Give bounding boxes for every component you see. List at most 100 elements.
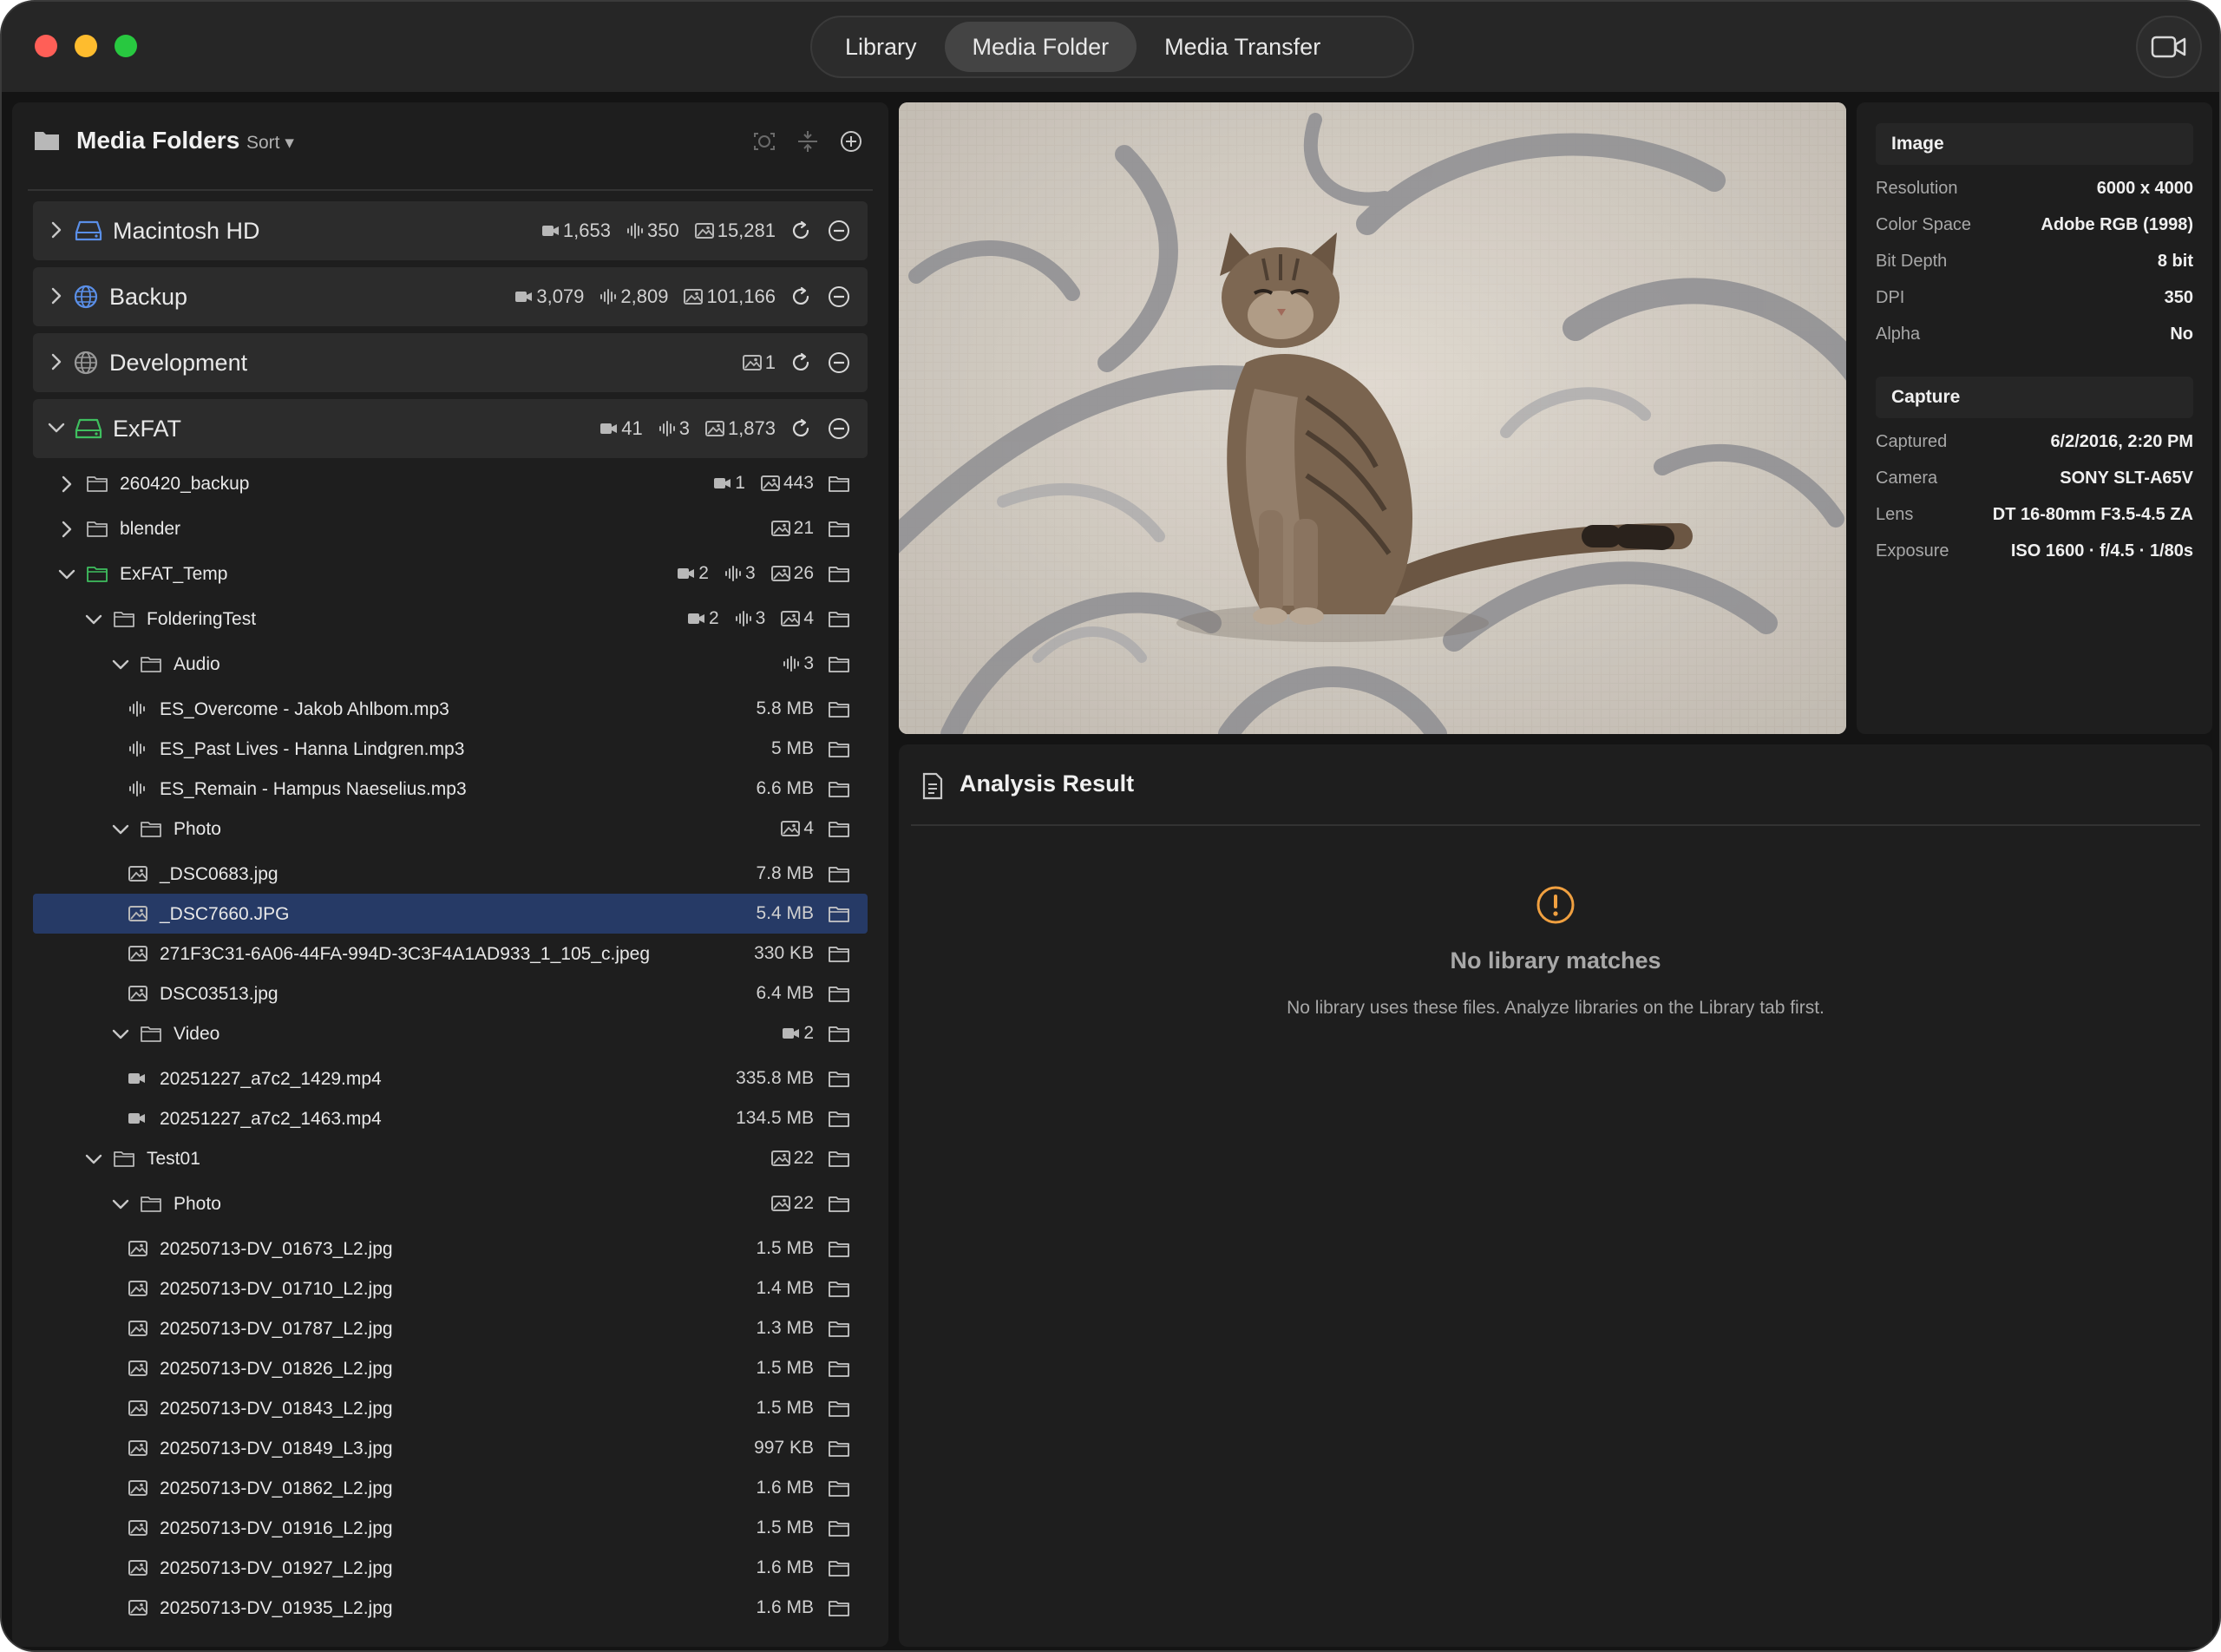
tab-media-transfer[interactable]: Media Transfer (1137, 22, 1348, 72)
folder-row[interactable]: 260420_backup 1 443 (33, 463, 868, 503)
reveal-button[interactable] (826, 1435, 852, 1461)
chevron-down-icon[interactable] (111, 820, 130, 839)
refresh-icon[interactable] (789, 417, 812, 440)
reveal-in-finder-icon[interactable] (829, 1280, 849, 1297)
reveal-button[interactable] (826, 941, 852, 967)
reveal-button[interactable] (826, 1236, 852, 1262)
reveal-button[interactable] (826, 696, 852, 722)
file-row[interactable]: 20250713-DV_01849_L3.jpg 997 KB (33, 1428, 868, 1468)
reveal-in-finder-icon[interactable] (829, 655, 849, 672)
remove-button[interactable] (826, 416, 852, 442)
add-icon[interactable] (838, 128, 864, 154)
folder-row[interactable]: blender 21 (33, 508, 868, 548)
reveal-button[interactable] (826, 1475, 852, 1501)
reveal-in-finder-icon[interactable] (829, 780, 849, 797)
reveal-in-finder-icon[interactable] (829, 945, 849, 962)
reveal-button[interactable] (826, 1105, 852, 1131)
reveal-button[interactable] (826, 651, 852, 677)
remove-icon[interactable] (827, 285, 851, 309)
reveal-in-finder-icon[interactable] (829, 865, 849, 882)
chevron-down-icon[interactable] (57, 565, 76, 584)
file-row[interactable]: DSC03513.jpg 6.4 MB (33, 974, 868, 1013)
reveal-in-finder-icon[interactable] (829, 1195, 849, 1212)
reveal-in-finder-icon[interactable] (829, 1070, 849, 1087)
file-row[interactable]: 20250713-DV_01787_L2.jpg 1.3 MB (33, 1308, 868, 1348)
file-row[interactable]: _DSC7660.JPG 5.4 MB (33, 894, 868, 934)
chevron-right-icon[interactable] (47, 220, 66, 239)
collapse-icon[interactable] (795, 128, 821, 154)
reveal-button[interactable] (826, 560, 852, 587)
tab-media-folder[interactable]: Media Folder (944, 22, 1137, 72)
refresh-button[interactable] (788, 350, 814, 376)
remove-icon[interactable] (827, 219, 851, 243)
file-row[interactable]: 20250713-DV_01673_L2.jpg 1.5 MB (33, 1229, 868, 1268)
folder-row[interactable]: FolderingTest 2 3 4 (33, 599, 868, 639)
tab-library[interactable]: Library (817, 22, 945, 72)
reveal-in-finder-icon[interactable] (829, 1240, 849, 1257)
camera-button[interactable] (2136, 16, 2202, 78)
volume-row-macintosh-hd[interactable]: Macintosh HD 1,653 350 15,281 (33, 201, 868, 260)
chevron-down-icon[interactable] (84, 1150, 103, 1169)
folder-row[interactable]: ExFAT_Temp 2 3 26 (33, 554, 868, 593)
reveal-in-finder-icon[interactable] (829, 985, 849, 1002)
reveal-in-finder-icon[interactable] (829, 1150, 849, 1167)
chevron-down-icon[interactable] (84, 610, 103, 629)
folder-row[interactable]: Video 2 (33, 1013, 868, 1053)
remove-button[interactable] (826, 284, 852, 310)
reveal-button[interactable] (826, 1555, 852, 1581)
reveal-button[interactable] (826, 1275, 852, 1301)
refresh-button[interactable] (788, 218, 814, 244)
folder-row[interactable]: Photo 22 (33, 1183, 868, 1223)
minimize-window-button[interactable] (75, 35, 97, 57)
reveal-in-finder-icon[interactable] (829, 1360, 849, 1377)
refresh-icon[interactable] (789, 351, 812, 374)
folder-row[interactable]: Photo 4 (33, 809, 868, 849)
file-row[interactable]: ES_Remain - Hampus Naeselius.mp3 6.6 MB (33, 769, 868, 809)
file-row[interactable]: 20251227_a7c2_1429.mp4 335.8 MB (33, 1059, 868, 1098)
file-row[interactable]: 271F3C31-6A06-44FA-994D-3C3F4A1AD933_1_1… (33, 934, 868, 974)
reveal-button[interactable] (826, 901, 852, 927)
file-row[interactable]: 20250713-DV_01927_L2.jpg 1.6 MB (33, 1548, 868, 1588)
file-row[interactable]: 20250713-DV_01916_L2.jpg 1.5 MB (33, 1508, 868, 1548)
reveal-button[interactable] (826, 1595, 852, 1621)
refresh-button[interactable] (788, 416, 814, 442)
reveal-button[interactable] (826, 1395, 852, 1421)
reveal-button[interactable] (826, 1515, 852, 1541)
reveal-button[interactable] (826, 1355, 852, 1381)
refresh-icon[interactable] (789, 285, 812, 308)
reveal-button[interactable] (826, 980, 852, 1006)
file-row[interactable]: 20250713-DV_01935_L2.jpg 1.6 MB (33, 1588, 868, 1628)
reveal-in-finder-icon[interactable] (829, 475, 849, 492)
folder-row[interactable]: Test01 22 (33, 1138, 868, 1178)
reveal-in-finder-icon[interactable] (829, 1320, 849, 1337)
reveal-button[interactable] (826, 816, 852, 842)
remove-icon[interactable] (827, 416, 851, 441)
sort-button[interactable]: Sort ▾ (246, 132, 294, 154)
remove-button[interactable] (826, 218, 852, 244)
reveal-button[interactable] (826, 776, 852, 802)
chevron-right-icon[interactable] (57, 475, 76, 494)
refresh-scan-icon[interactable] (751, 128, 777, 154)
reveal-in-finder-icon[interactable] (829, 1025, 849, 1042)
file-row[interactable]: 20250713-DV_01710_L2.jpg 1.4 MB (33, 1268, 868, 1308)
chevron-down-icon[interactable] (111, 1025, 130, 1044)
folder-row[interactable]: Audio 3 (33, 644, 868, 684)
reveal-button[interactable] (826, 606, 852, 632)
reveal-in-finder-icon[interactable] (829, 820, 849, 837)
reveal-in-finder-icon[interactable] (829, 610, 849, 627)
reveal-in-finder-icon[interactable] (829, 520, 849, 537)
refresh-button[interactable] (788, 284, 814, 310)
reveal-in-finder-icon[interactable] (829, 1519, 849, 1537)
file-row[interactable]: _DSC0683.jpg 7.8 MB (33, 854, 868, 894)
remove-button[interactable] (826, 350, 852, 376)
reveal-in-finder-icon[interactable] (829, 565, 849, 582)
file-row[interactable]: ES_Overcome - Jakob Ahlbom.mp3 5.8 MB (33, 689, 868, 729)
chevron-down-icon[interactable] (47, 418, 66, 437)
refresh-icon[interactable] (789, 220, 812, 242)
chevron-right-icon[interactable] (47, 352, 66, 371)
close-window-button[interactable] (35, 35, 57, 57)
reveal-in-finder-icon[interactable] (829, 700, 849, 718)
reveal-in-finder-icon[interactable] (829, 1559, 849, 1577)
reveal-in-finder-icon[interactable] (829, 1439, 849, 1457)
reveal-button[interactable] (826, 1315, 852, 1341)
